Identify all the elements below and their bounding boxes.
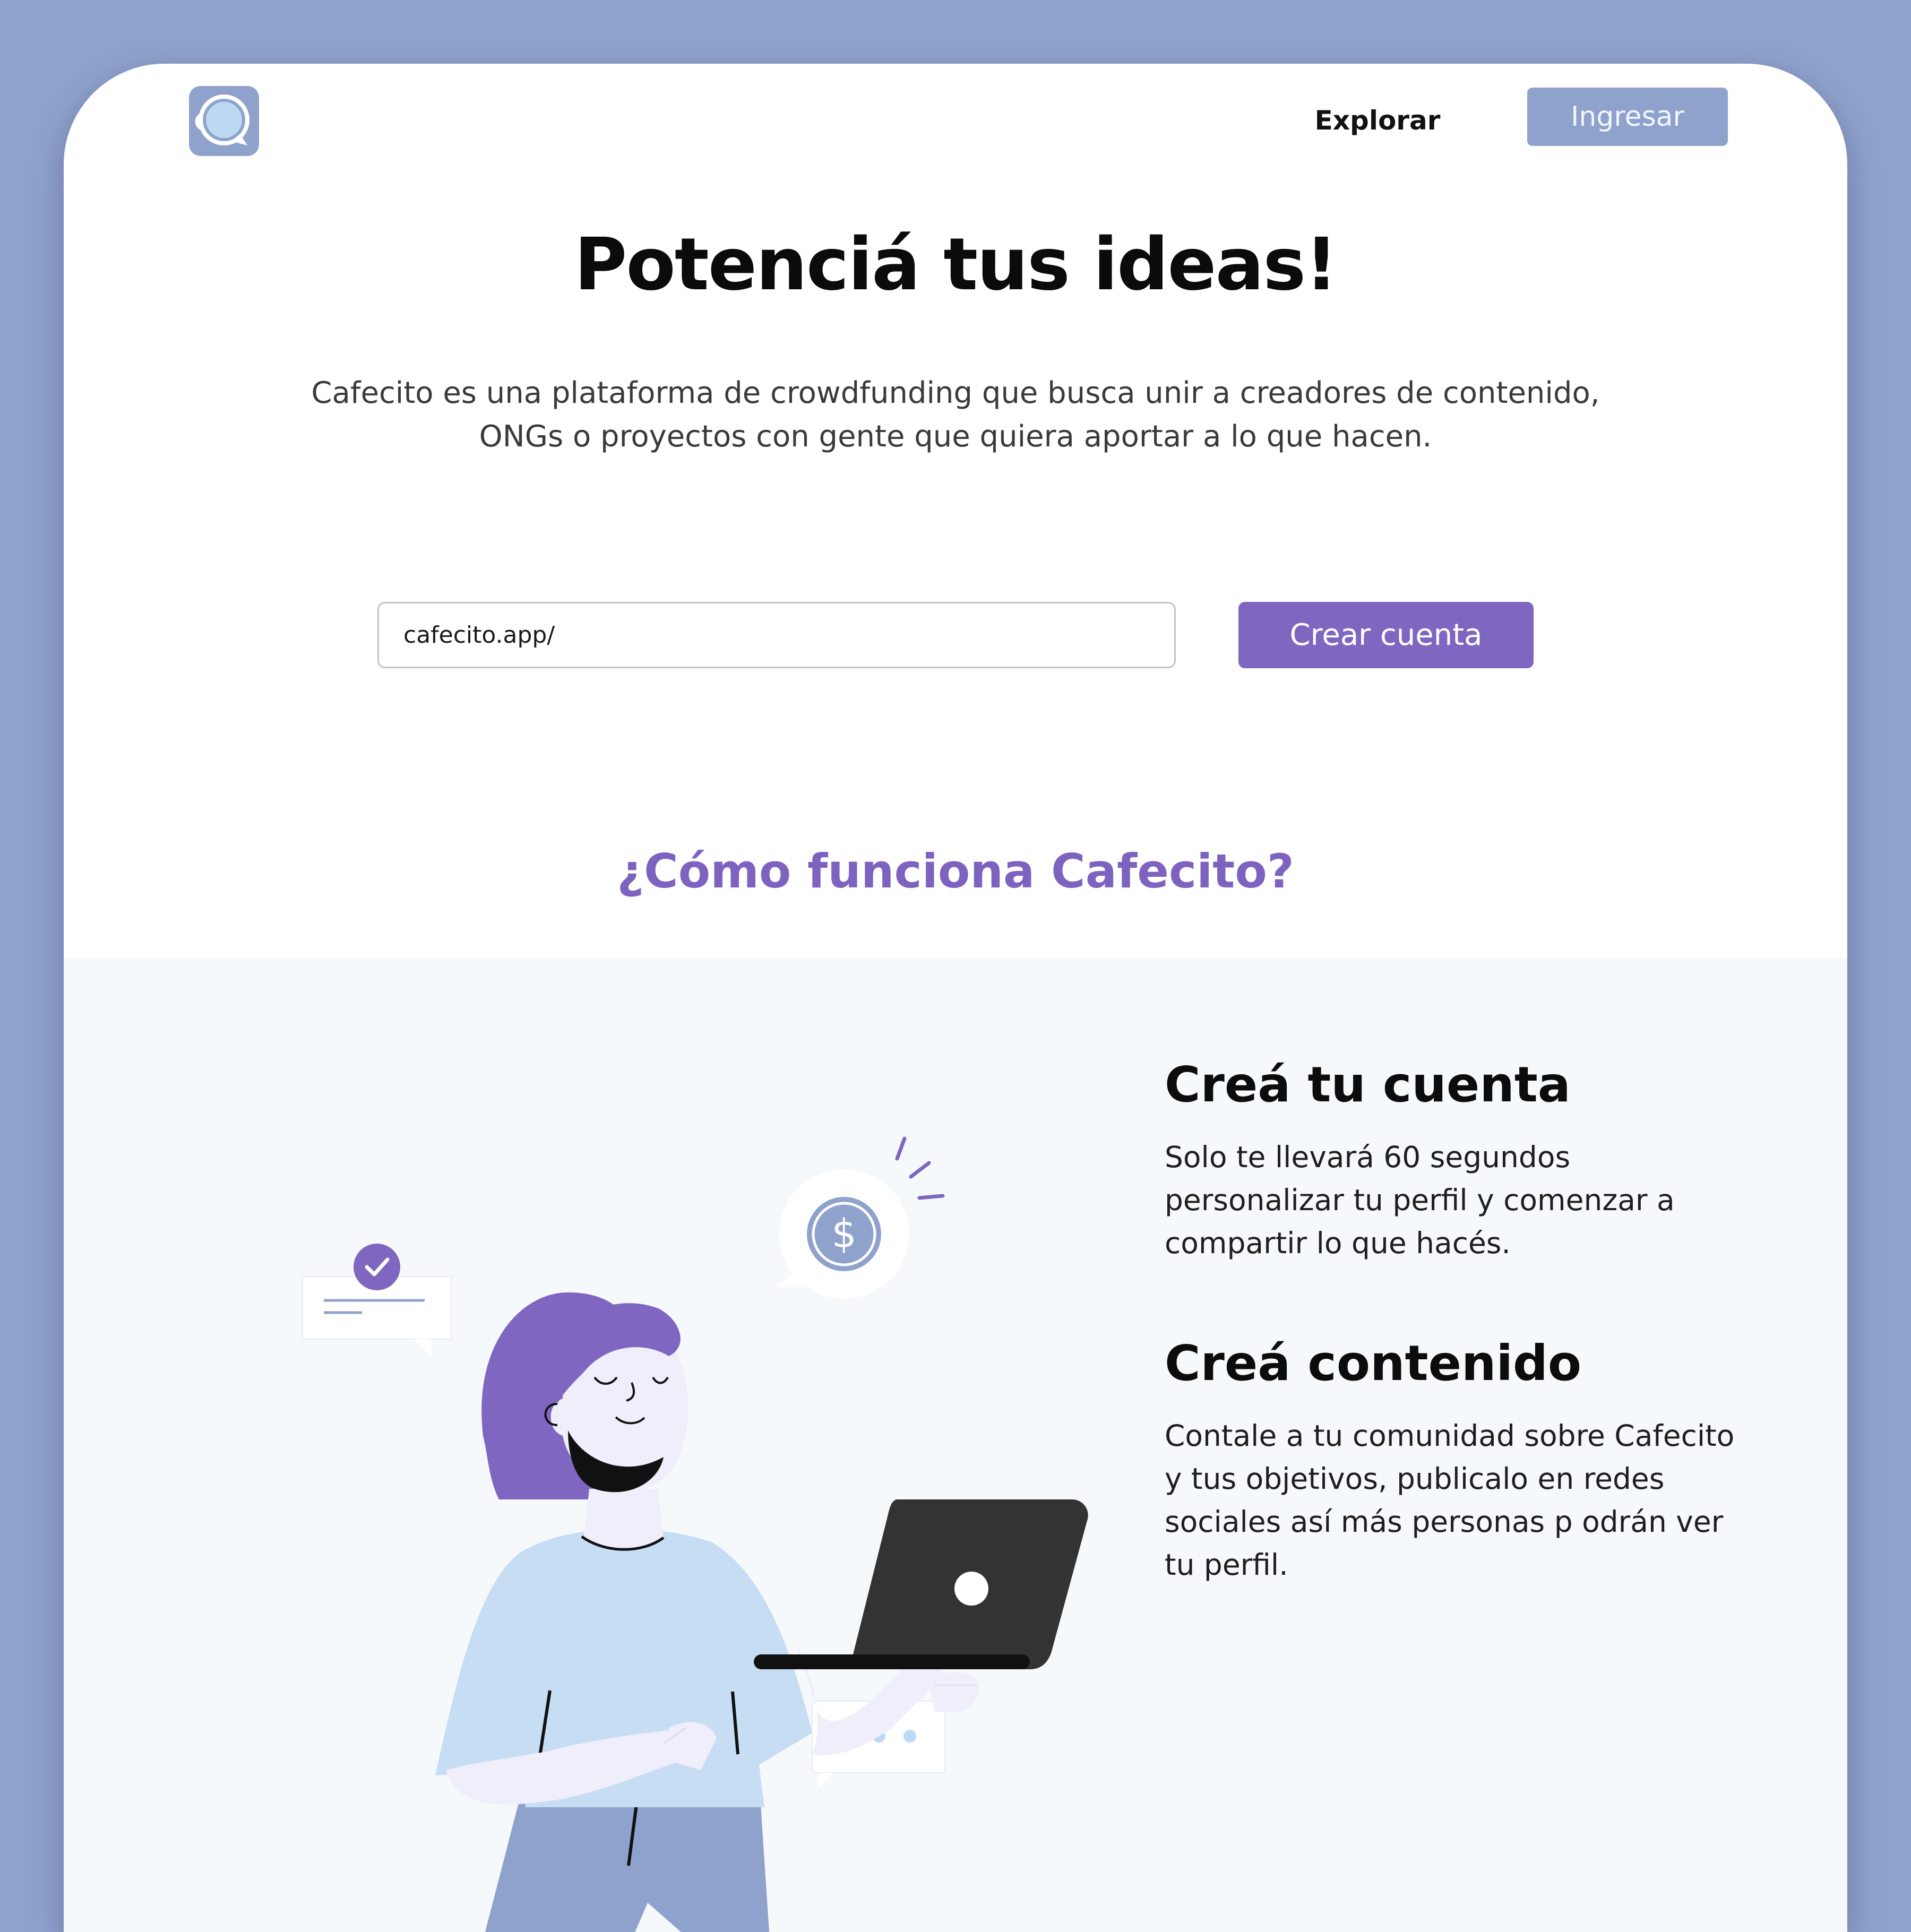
nav-explore-link[interactable]: Explorar [1301,97,1454,144]
check-message-card [302,1244,452,1356]
hero-description: Cafecito es una plataforma de crowdfundi… [311,376,1600,454]
dollar-bubble: $ [775,1136,945,1299]
woman-with-laptop-illustration: $ [223,1117,1125,1932]
username-url-input[interactable] [377,602,1176,668]
step-1-text: Solo te llevará 60 segundos personalizar… [1165,1140,1675,1260]
laptop-icon [754,1499,1088,1669]
cafecito-logo-icon[interactable] [189,86,259,156]
how-it-works-section: $ Creá tu cuenta Solo te llevará 60 segu… [64,958,1847,1932]
step-2-text: Contale a tu comunidad sobre Cafecito y … [1165,1419,1735,1582]
app-window: Explorar Ingresar Potenciá tus ideas! Ca… [64,64,1847,1932]
step-1-title: Creá tu cuenta [1165,1056,1571,1113]
step-2-title: Creá contenido [1165,1335,1582,1392]
check-icon [354,1244,400,1290]
svg-text:$: $ [831,1211,856,1257]
create-account-button[interactable]: Crear cuenta [1238,602,1534,668]
how-it-works-title: ¿Cómo funciona Cafecito? [617,844,1294,899]
login-button[interactable]: Ingresar [1527,88,1728,146]
hero-title: Potenciá tus ideas! [574,223,1338,307]
